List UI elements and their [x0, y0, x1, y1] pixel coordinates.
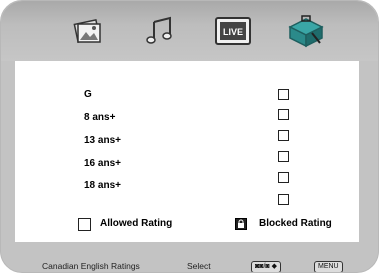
rating-label-16: 16 ans+ — [84, 158, 121, 169]
ratings-panel: G 8 ans+ 13 ans+ 16 ans+ 18 ans+ Allowed… — [15, 61, 359, 242]
rating-label-13: 13 ans+ — [84, 135, 121, 146]
toolbox-icon — [288, 15, 324, 48]
rating-label-g: G — [84, 89, 92, 100]
music-notes-icon — [146, 16, 172, 44]
picture-icon — [73, 19, 101, 43]
live-label: LIVE — [223, 27, 243, 37]
osd-window: LIVE G 8 ans+ 13 ans+ 16 ans+ 18 ans+ Al… — [0, 0, 379, 273]
rating-checkbox-13[interactable] — [278, 130, 289, 141]
audio-tab[interactable] — [139, 11, 183, 51]
rating-label-18: 18 ans+ — [84, 180, 121, 191]
footer-bar: Canadian English Ratings Select ◙◙/◙ ◆ M… — [1, 253, 378, 272]
rating-label-8: 8 ans+ — [84, 112, 116, 123]
allowed-rating-label: Allowed Rating — [100, 218, 173, 229]
footer-title: Canadian English Ratings — [42, 261, 140, 271]
setup-tab[interactable] — [284, 11, 328, 51]
lock-icon — [235, 218, 247, 230]
menu-tab-bar: LIVE — [1, 1, 378, 61]
picture-tab[interactable] — [65, 11, 109, 51]
live-tv-icon: LIVE — [215, 17, 251, 45]
rating-checkbox-g[interactable] — [278, 89, 289, 100]
rating-checkbox-16[interactable] — [278, 151, 289, 162]
rating-checkbox-18[interactable] — [278, 172, 289, 183]
footer-select-label: Select — [187, 261, 211, 271]
rating-checkbox-8[interactable] — [278, 109, 289, 120]
live-tab[interactable]: LIVE — [211, 11, 255, 51]
rating-checkbox-exempt[interactable] — [278, 194, 289, 205]
allowed-rating-swatch — [78, 218, 91, 231]
blocked-rating-label: Blocked Rating — [259, 218, 332, 229]
menu-key[interactable]: MENU — [314, 261, 343, 272]
nav-keys-icon: ◙◙/◙ ◆ — [251, 261, 281, 272]
